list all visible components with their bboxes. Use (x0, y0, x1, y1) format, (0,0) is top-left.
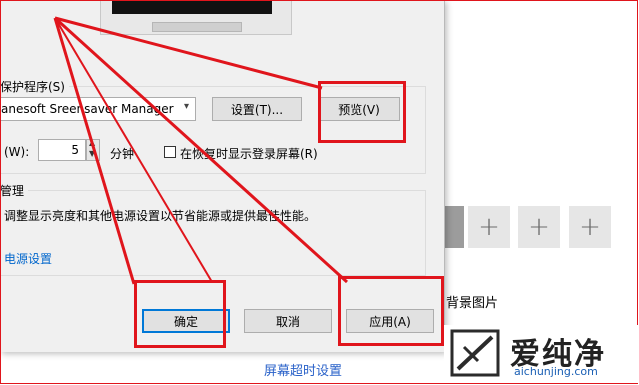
brand-logo-icon (450, 329, 500, 377)
brand-url: aichunjing.com (514, 365, 598, 378)
annotation-box-ok (134, 280, 226, 348)
annotation-box-preview (318, 81, 406, 143)
watermark: 爱纯净 aichunjing.com (444, 325, 638, 383)
annotation-box-apply (338, 276, 444, 346)
